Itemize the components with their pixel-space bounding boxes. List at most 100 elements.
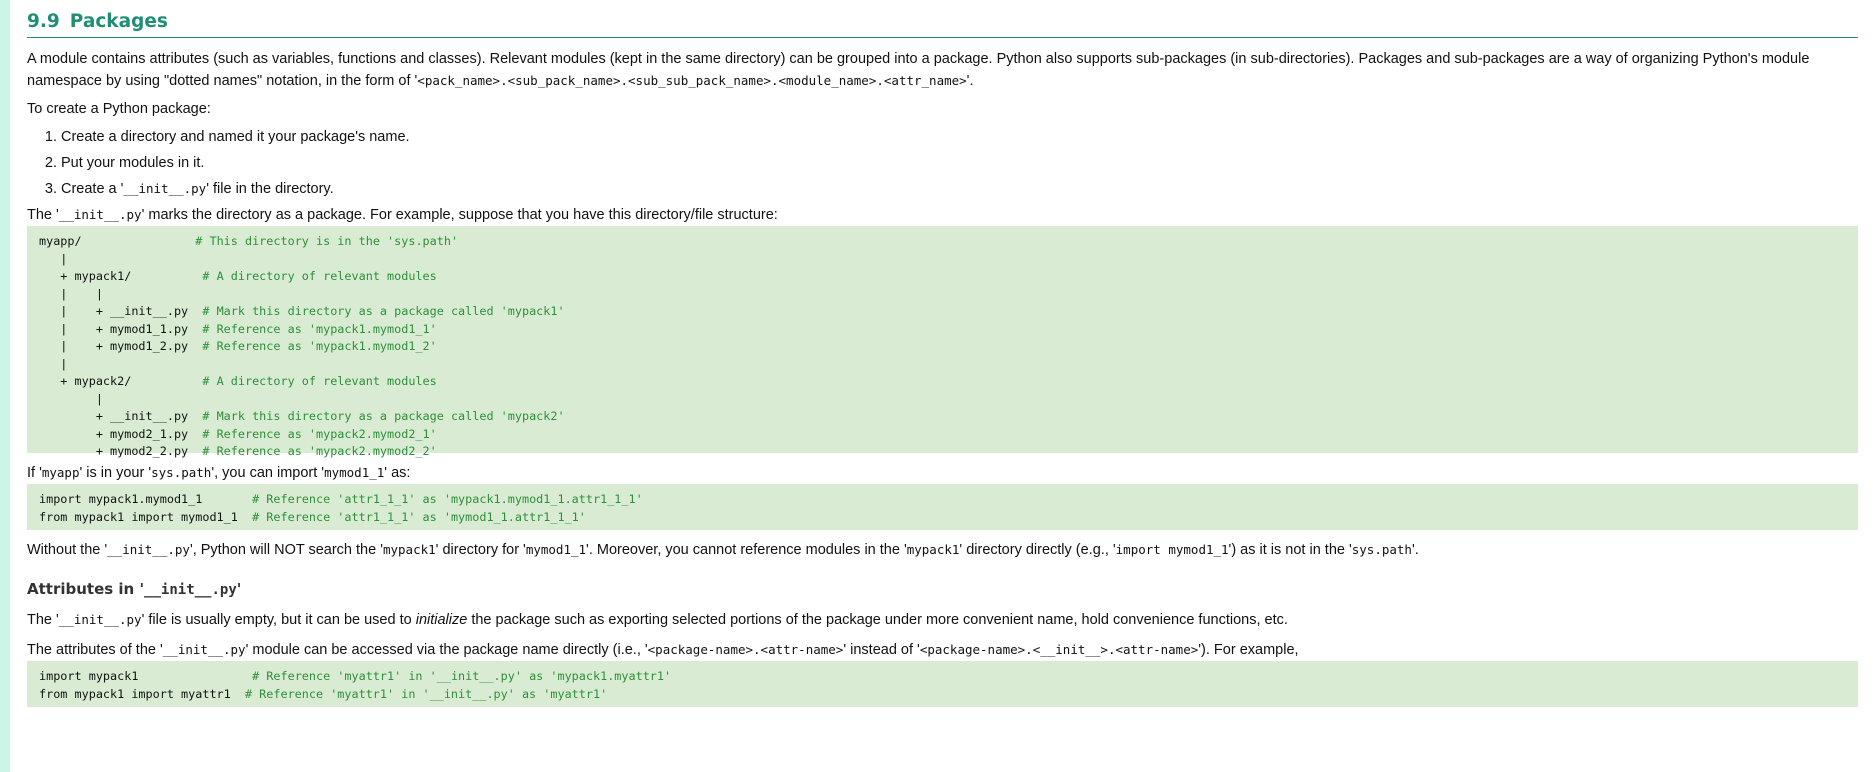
attribute-import-code-block: import mypack1 # Reference 'myattr1' in … xyxy=(27,661,1858,707)
code-text: | xyxy=(39,391,103,406)
code-comment: # Reference as 'mypack1.mymod1_1' xyxy=(202,321,437,336)
code-line: | xyxy=(39,251,1846,269)
code-line: + mymod2_2.py # Reference as 'mypack2.my… xyxy=(39,443,1846,461)
dotted-name-code: <pack_name>.<sub_pack_name>.<sub_sub_pac… xyxy=(417,73,967,88)
step-item: Put your modules in it. xyxy=(61,150,1858,176)
text-span: the package such as exporting selected p… xyxy=(467,612,1288,628)
create-package-heading: To create a Python package: xyxy=(27,101,211,117)
intro-end: '. xyxy=(966,73,974,89)
code-line: | + mymod1_1.py # Reference as 'mypack1.… xyxy=(39,321,1846,339)
text-span: ' directory for ' xyxy=(435,542,526,558)
inline-code: mymod1_1 xyxy=(324,465,385,480)
code-text: import mypack1 xyxy=(39,669,253,683)
code-text: from mypack1 import myattr1 xyxy=(39,686,245,701)
inline-code: myapp xyxy=(41,465,80,480)
attributes-subheading: Attributes in '__init__.py' xyxy=(27,578,1858,601)
heading-code: __init__.py xyxy=(144,582,237,598)
code-line: + __init__.py # Mark this directory as a… xyxy=(39,408,1846,426)
section-title: Packages xyxy=(69,11,168,32)
code-comment: # Mark this directory as a package calle… xyxy=(202,304,565,318)
article-content: 9.9 Packages A module contains attributes… xyxy=(27,0,1858,707)
code-text: + mypack2/ xyxy=(39,374,203,388)
import-intro-paragraph: If 'myapp' is in your 'sys.path', you ca… xyxy=(27,462,1858,484)
text-span: ' marks the directory as a package. For … xyxy=(141,207,778,223)
code-text: | xyxy=(39,356,68,371)
code-comment: # Reference 'myattr1' in '__init__.py' a… xyxy=(244,686,608,701)
code-text: + mypack1/ xyxy=(39,269,203,283)
code-text: + mymod2_1.py xyxy=(39,426,203,441)
code-comment: # Reference 'attr1_1_1' as 'mypack1.mymo… xyxy=(252,492,643,506)
text-span: ' file is usually empty, but it can be u… xyxy=(141,612,416,628)
code-line: + mypack1/ # A directory of relevant mod… xyxy=(39,268,1846,286)
inline-code: __init__.py xyxy=(162,642,246,657)
inline-code: import mymod1_1 xyxy=(1115,542,1229,557)
inline-code: mypack1 xyxy=(906,542,960,557)
code-line: | + mymod1_2.py # Reference as 'mypack1.… xyxy=(39,338,1846,356)
code-comment: # A directory of relevant modules xyxy=(202,269,437,283)
code-line: myapp/ # This directory is in the 'sys.p… xyxy=(39,233,1846,251)
create-steps-list: Create a directory and named it your pac… xyxy=(27,124,1858,202)
left-margin-stripe xyxy=(0,0,10,772)
code-comment: # Reference as 'mypack2.mymod2_2' xyxy=(202,444,437,458)
code-text: | + __init__.py xyxy=(39,304,203,318)
code-comment: # Reference 'myattr1' in '__init__.py' a… xyxy=(252,669,672,683)
code-text: + mymod2_2.py xyxy=(39,444,203,458)
code-line: from mypack1 import myattr1 # Reference … xyxy=(39,686,1846,704)
code-text: import mypack1.mymod1_1 xyxy=(39,492,253,506)
step-text: ' file in the directory. xyxy=(206,181,334,197)
code-comment: # This directory is in the 'sys.path' xyxy=(195,234,459,248)
code-comment: # A directory of relevant modules xyxy=(202,374,437,388)
text-span: ', you can import ' xyxy=(211,465,325,481)
code-comment: # Reference as 'mypack1.mymod1_2' xyxy=(202,339,437,353)
heading-text: ' xyxy=(236,580,242,598)
text-span: ' is in your ' xyxy=(79,465,152,481)
code-line: | xyxy=(39,391,1846,409)
code-line: | + __init__.py # Mark this directory as… xyxy=(39,303,1846,321)
import-code-block: import mypack1.mymod1_1 # Reference 'att… xyxy=(27,484,1858,530)
code-text: | + mymod1_2.py xyxy=(39,339,203,353)
inline-code: __init__.py xyxy=(107,542,190,557)
code-line: from mypack1 import mymod1_1 # Reference… xyxy=(39,509,1846,527)
init-py-code: __init__.py xyxy=(58,207,142,222)
text-span: If ' xyxy=(27,465,42,481)
inline-code: mymod1_1 xyxy=(525,542,587,557)
section-heading: 9.9 Packages xyxy=(27,10,1858,38)
text-span: The ' xyxy=(27,207,59,223)
init-py-code: __init__.py xyxy=(123,181,207,196)
code-text: | xyxy=(39,251,68,266)
init-usage-paragraph: The '__init__.py' file is usually empty,… xyxy=(27,609,1858,631)
text-span: ' directory directly (e.g., ' xyxy=(959,542,1116,558)
code-comment: # Mark this directory as a package calle… xyxy=(202,409,565,423)
code-text: + __init__.py xyxy=(39,409,203,423)
code-text: | + mymod1_1.py xyxy=(39,321,203,336)
text-span: '. xyxy=(1411,542,1419,558)
without-init-paragraph: Without the '__init__.py', Python will N… xyxy=(27,539,1858,561)
code-line: import mypack1.mymod1_1 # Reference 'att… xyxy=(39,491,1846,509)
text-span: ' module can be accessed via the package… xyxy=(245,642,648,658)
inline-code: __init__.py xyxy=(58,612,142,627)
inline-code: sys.path xyxy=(1351,542,1412,557)
text-span: The attributes of the ' xyxy=(27,642,163,658)
text-span: ') as it is not in the ' xyxy=(1228,542,1352,558)
inline-code: sys.path xyxy=(151,465,212,480)
code-comment: # Reference 'attr1_1_1' as 'mymod1_1.att… xyxy=(252,509,586,524)
text-span: The ' xyxy=(27,612,59,628)
step-item: Create a directory and named it your pac… xyxy=(61,124,1858,150)
section-number: 9.9 xyxy=(27,11,60,32)
intro-paragraph: A module contains attributes (such as va… xyxy=(27,48,1858,92)
marks-paragraph: The '__init__.py' marks the directory as… xyxy=(27,204,1858,226)
text-span: '. Moreover, you cannot reference module… xyxy=(586,542,907,558)
code-line: | | xyxy=(39,286,1846,304)
code-line: + mymod2_1.py # Reference as 'mypack2.my… xyxy=(39,426,1846,444)
code-line: + mypack2/ # A directory of relevant mod… xyxy=(39,373,1846,391)
code-line: | xyxy=(39,356,1846,374)
heading-text: Attributes in ' xyxy=(27,580,145,598)
code-text: from mypack1 import mymod1_1 xyxy=(39,509,253,524)
inline-code: <package-name>.<__init__>.<attr-name> xyxy=(919,642,1199,657)
text-span: '). For example, xyxy=(1198,642,1299,658)
text-span: Without the ' xyxy=(27,542,108,558)
code-comment: # Reference as 'mypack2.mymod2_1' xyxy=(202,426,437,441)
inline-code: mypack1 xyxy=(382,542,436,557)
text-span: ', Python will NOT search the ' xyxy=(189,542,383,558)
emphasis-text: initialize xyxy=(415,612,468,628)
